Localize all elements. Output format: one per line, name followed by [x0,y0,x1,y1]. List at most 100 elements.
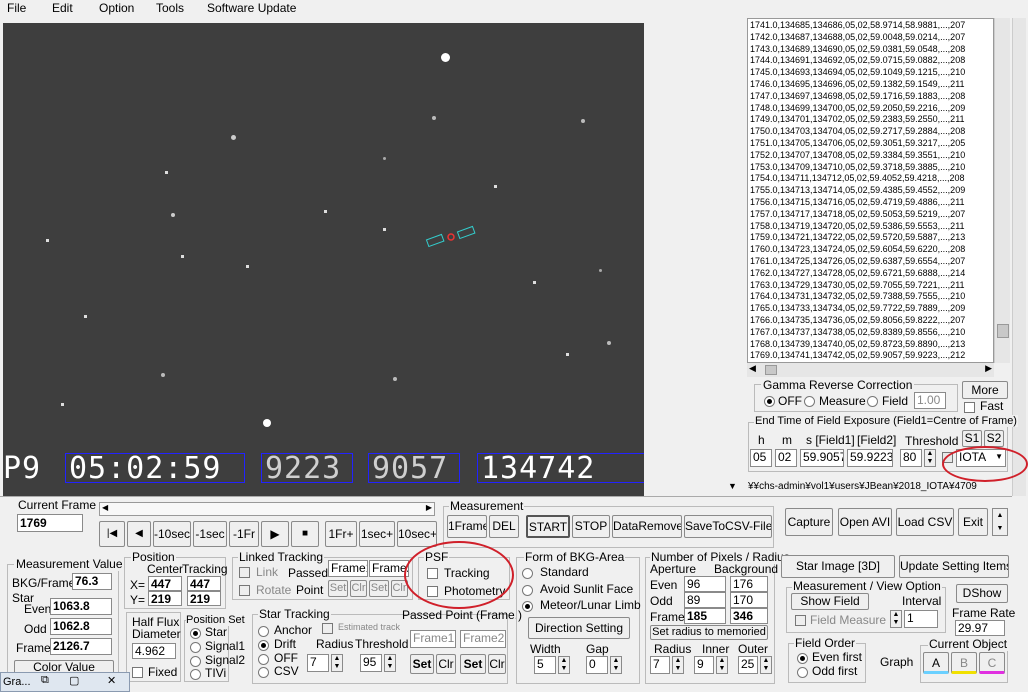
gamma-off-radio[interactable] [764,396,775,407]
log-line[interactable]: 1758.0,134719,134720,05,02,59.5386,59.55… [750,221,991,233]
log-line[interactable]: 1751.0,134705,134706,05,02,59.3051,59.32… [750,138,991,150]
passed-frame1[interactable]: Frame1 [410,630,456,648]
menu-tools[interactable]: Tools [156,1,184,15]
minus-10sec-button[interactable]: -10sec [153,521,191,547]
passed-set2-button[interactable]: Set [460,654,486,674]
threshold-spinner[interactable]: ▲ ▼ [924,449,936,467]
play-button[interactable]: ▶ [261,521,289,547]
oneframe-button[interactable]: 1Frame [447,515,487,538]
log-line[interactable]: 1761.0,134725,134726,05,02,59.6387,59.65… [750,256,991,268]
scroll-left-icon[interactable]: ◀ [749,363,756,374]
dataremove-button[interactable]: DataRemove [612,515,682,538]
linked-frame2[interactable]: Frame2 [369,560,409,577]
save-csv-button[interactable]: SaveToCSV-File [684,515,772,538]
bkg-meteor-radio[interactable] [522,601,533,612]
passed-frame2[interactable]: Frame2 [460,630,506,648]
posset-star-radio[interactable] [190,628,201,639]
linked-frame1[interactable]: Frame1 [328,560,368,577]
load-csv-button[interactable]: Load CSV [896,508,954,536]
passed-clr2-button[interactable]: Clr [488,654,506,674]
update-settings-button[interactable]: Update Setting Items [899,555,1009,578]
log-line[interactable]: 1746.0,134695,134696,05,02,59.1382,59.15… [750,79,991,91]
log-line[interactable]: 1750.0,134703,134704,05,02,59.2717,59.28… [750,126,991,138]
link-checkbox[interactable] [239,567,250,578]
bkg-gap-spinner[interactable]: ▲ ▼ [610,656,622,674]
direction-setting-button[interactable]: Direction Setting [528,617,630,639]
scroll-right-icon[interactable]: ▶ [985,363,992,374]
more-button[interactable]: More [962,381,1008,399]
open-avi-button[interactable]: Open AVI [838,508,892,536]
menu-option[interactable]: Option [99,1,134,15]
fixed-checkbox[interactable] [132,667,143,678]
menu-software-update[interactable]: Software Update [207,1,296,15]
gamma-value[interactable]: 1.00 [914,392,946,409]
npix-outer-field[interactable]: 25 [738,656,758,674]
threshold-field[interactable]: 80 [900,449,922,467]
even-first-radio[interactable] [797,653,808,664]
set-radius-button[interactable]: Set radius to memoried [650,625,768,640]
bkg-width-field[interactable]: 5 [534,656,556,674]
npix-inner-field[interactable]: 9 [694,656,714,674]
field-measure-checkbox[interactable] [795,615,806,626]
hour-field[interactable]: 05 [750,449,772,467]
minus-1fr-button[interactable]: -1Fr [229,521,259,547]
npix-radius-spinner[interactable]: ▲ ▼ [672,656,684,674]
linked-set1-button[interactable]: Set [328,580,348,597]
log-list[interactable]: 1741.0,134685,134686,05,02,58.9714,58.98… [747,18,994,363]
bkg-gap-field[interactable]: 0 [586,656,608,674]
s2-button[interactable]: S2 [984,430,1004,447]
passed-set1-button[interactable]: Set [410,654,434,674]
bkg-width-spinner[interactable]: ▲ ▼ [558,656,570,674]
plus-1sec-button[interactable]: 1sec+ [359,521,395,547]
log-line[interactable]: 1764.0,134731,134732,05,02,59.7388,59.75… [750,291,991,303]
startrack-radius-field[interactable]: 7 [307,654,329,672]
object-c-button[interactable]: C [979,652,1005,674]
object-a-button[interactable]: A [923,652,949,674]
capture-button[interactable]: Capture [785,508,833,536]
s1-button[interactable]: S1 [962,430,982,447]
posset-signal2-radio[interactable] [190,656,201,667]
log-line[interactable]: 1767.0,134737,134738,05,02,59.8389,59.85… [750,327,991,339]
maximize-icon[interactable]: ▢ [69,674,79,687]
log-line[interactable]: 1754.0,134711,134712,05,02,59.4052,59.42… [750,173,991,185]
log-line[interactable]: 1762.0,134727,134728,05,02,59.6721,59.68… [750,268,991,280]
show-field-button[interactable]: Show Field [791,593,869,610]
log-line[interactable]: 1752.0,134707,134708,05,02,59.3384,59.35… [750,150,991,162]
start-button[interactable]: START [526,515,570,538]
log-line[interactable]: 1766.0,134735,134736,05,02,59.8056,59.82… [750,315,991,327]
log-line[interactable]: 1747.0,134697,134698,05,02,59.1716,59.18… [750,91,991,103]
del-button[interactable]: DEL [489,515,519,538]
log-line[interactable]: 1757.0,134717,134718,05,02,59.5053,59.52… [750,209,991,221]
odd-first-radio[interactable] [797,667,808,678]
linked-clr1-button[interactable]: Clr [350,580,367,597]
log-line[interactable]: 1744.0,134691,134692,05,02,59.0715,59.08… [750,55,991,67]
startrack-threshold-spinner[interactable]: ▲ ▼ [384,654,396,672]
log-line[interactable]: 1745.0,134693,134694,05,02,59.1049,59.12… [750,67,991,79]
first-frame-button[interactable]: |◀ [99,521,125,547]
rotate-checkbox[interactable] [239,585,250,596]
menu-file[interactable]: File [7,1,26,15]
log-line[interactable]: 1741.0,134685,134686,05,02,58.9714,58.98… [750,20,991,32]
npix-outer-spinner[interactable]: ▲ ▼ [760,656,772,674]
slider-left-icon[interactable]: ◀ [102,503,108,512]
log-line[interactable]: 1743.0,134689,134690,05,02,59.0381,59.05… [750,44,991,56]
log-line[interactable]: 1768.0,134739,134740,05,02,59.8723,59.88… [750,339,991,351]
second-field1[interactable]: 59.9057 [800,449,844,467]
npix-radius-field[interactable]: 7 [650,656,670,674]
gamma-measure-radio[interactable] [804,396,815,407]
posset-signal1-radio[interactable] [190,642,201,653]
dshow-button[interactable]: DShow [956,584,1008,603]
estimated-track-checkbox[interactable] [322,623,333,634]
stop-playback-button[interactable]: ■ [291,521,319,547]
log-line[interactable]: 1749.0,134701,134702,05,02,59.2383,59.25… [750,114,991,126]
video-frame[interactable]: P9 05:02:59 9223 9057 134742 [3,23,644,496]
plus-10sec-button[interactable]: 10sec+ [397,521,437,547]
menu-edit[interactable]: Edit [52,1,73,15]
minus-1sec-button[interactable]: -1sec [193,521,227,547]
graph-label[interactable]: Graph [880,655,913,669]
minute-field[interactable]: 02 [775,449,797,467]
log-line[interactable]: 1748.0,134699,134700,05,02,59.2050,59.22… [750,103,991,115]
plus-1fr-button[interactable]: 1Fr+ [325,521,357,547]
exit-button[interactable]: Exit [958,508,988,536]
interval-field[interactable]: 1 [904,610,938,628]
